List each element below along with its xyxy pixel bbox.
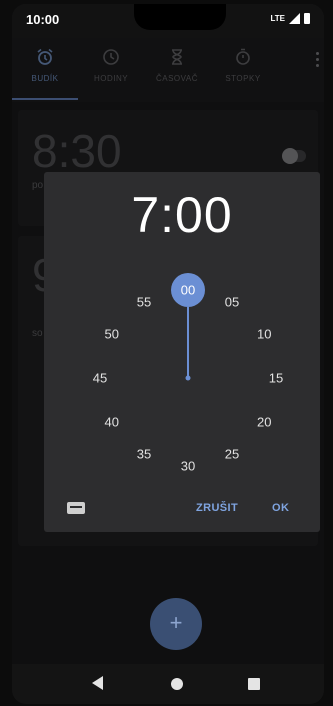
- clock-dial[interactable]: 00 05 10 15 20 25 30 35 40 45 50 55: [44, 172, 320, 492]
- network-type: LTE: [270, 14, 285, 23]
- status-icons: LTE: [270, 13, 310, 24]
- keyboard-icon[interactable]: [67, 502, 85, 514]
- add-alarm-button[interactable]: +: [150, 598, 202, 650]
- dial-minute-30[interactable]: 30: [181, 459, 195, 474]
- dial-minute-50[interactable]: 50: [105, 327, 119, 342]
- time-picker-dialog: 7:00 00 05 10 15 20 25 30 35 40 45 50 55 ZRUŠIT OK: [44, 172, 320, 532]
- dial-minute-55[interactable]: 55: [137, 294, 151, 309]
- dial-minute-40[interactable]: 40: [105, 415, 119, 430]
- battery-icon: [304, 13, 310, 24]
- dial-minute-15[interactable]: 15: [269, 371, 283, 386]
- cancel-button[interactable]: ZRUŠIT: [196, 502, 238, 514]
- back-icon[interactable]: [92, 676, 103, 690]
- dial-minute-10[interactable]: 10: [257, 327, 271, 342]
- status-bar: 10:00 LTE: [12, 4, 324, 38]
- recents-icon[interactable]: [248, 678, 260, 690]
- home-icon[interactable]: [171, 678, 183, 690]
- dial-minute-00[interactable]: 00: [181, 283, 195, 298]
- ok-button[interactable]: OK: [272, 502, 289, 514]
- dial-minute-25[interactable]: 25: [225, 447, 239, 462]
- dial-minute-20[interactable]: 20: [257, 415, 271, 430]
- camera-notch: [134, 4, 226, 30]
- navigation-bar: [12, 664, 324, 704]
- dial-minute-45[interactable]: 45: [93, 371, 107, 386]
- dial-minute-35[interactable]: 35: [137, 447, 151, 462]
- phone-screen: 10:00 LTE 8:30 po 9 so BUDÍK: [12, 4, 324, 704]
- dial-minute-05[interactable]: 05: [225, 294, 239, 309]
- clock-center: [185, 375, 191, 381]
- status-time: 10:00: [26, 12, 60, 27]
- signal-icon: [289, 13, 300, 24]
